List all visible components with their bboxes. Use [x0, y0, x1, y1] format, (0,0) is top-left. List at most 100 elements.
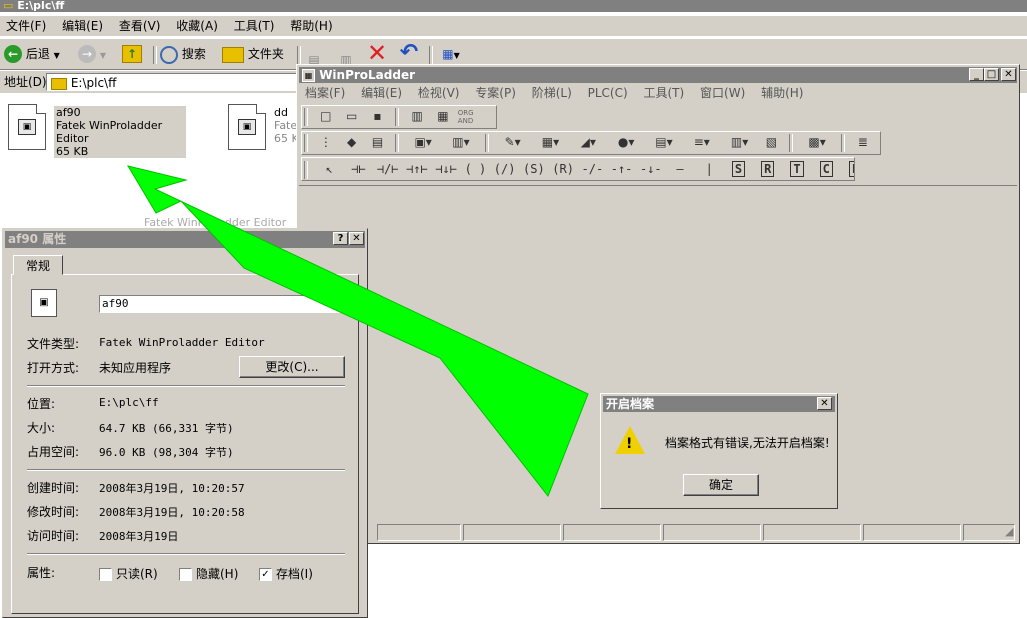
instr-f-icon[interactable]: F: [844, 159, 854, 179]
file-item-af90[interactable]: ▣ af90 Fatek WinProladder Editor 65 KB: [6, 104, 186, 158]
folders-button[interactable]: 文件夹: [222, 43, 284, 65]
menu-view[interactable]: 检视(V): [412, 84, 466, 102]
file-size: 65 K: [274, 132, 296, 145]
ladder-tool-icon[interactable]: ▩▾: [800, 132, 834, 152]
instr-r-label: R: [761, 161, 775, 177]
open-folder-icon[interactable]: ▭: [341, 106, 363, 126]
toolbar-row-1: □ ▭ ▪ ▥ ▦ ORG AND: [301, 105, 497, 129]
file-info: dd Fate 65 K: [274, 106, 296, 145]
back-arrow-icon: ←: [4, 45, 22, 63]
ladder-tool-icon[interactable]: ▦: [878, 132, 880, 152]
ladder-tool-icon[interactable]: ●▾: [609, 132, 643, 152]
coil-inv-icon[interactable]: -/-: [581, 159, 604, 179]
ladder-tool-icon[interactable]: ▥▾: [444, 132, 478, 152]
readonly-checkbox[interactable]: 只读(R): [99, 565, 158, 582]
ladder-tool-icon[interactable]: ≣: [852, 132, 874, 152]
menu-help[interactable]: 帮助(H): [284, 16, 338, 36]
change-button[interactable]: 更改(C)...: [239, 356, 345, 378]
ladder-view-icon[interactable]: ▥: [406, 106, 428, 126]
menu-plc[interactable]: PLC(C): [582, 84, 634, 102]
menu-file[interactable]: 档案(F): [299, 84, 351, 102]
instr-t-icon[interactable]: T: [786, 159, 808, 179]
instr-r-icon[interactable]: R: [757, 159, 779, 179]
contact-down-icon[interactable]: ⊣↓⊢: [435, 159, 457, 179]
ladder-tool-icon[interactable]: ◆: [341, 132, 363, 152]
menu-project[interactable]: 专案(P): [469, 84, 522, 102]
type-value: Fatek WinProladder Editor: [99, 336, 265, 349]
minimize-button[interactable]: _: [969, 68, 984, 81]
horizontal-line-icon[interactable]: —: [669, 159, 691, 179]
folders-icon: [222, 46, 244, 63]
menu-tools[interactable]: 工具(T): [228, 16, 281, 36]
coil-not-icon[interactable]: (/): [494, 159, 516, 179]
search-button[interactable]: 搜索: [160, 43, 206, 65]
ladder-tool-icon[interactable]: ▥▾: [723, 132, 757, 152]
coil-reset-icon[interactable]: (R): [552, 159, 574, 179]
save-icon[interactable]: ▪: [366, 106, 388, 126]
table-view-icon[interactable]: ▦: [432, 106, 454, 126]
resize-grip-icon[interactable]: ◢: [1005, 525, 1013, 538]
pulse-p-icon[interactable]: -↑-: [611, 159, 633, 179]
properties-dialog: af90 属性 ? ✕ 常规 ▣ af90 文件类型: Fatek WinPro…: [2, 228, 368, 618]
ladder-tool-icon[interactable]: ▤: [366, 132, 388, 152]
menu-favorites[interactable]: 收藏(A): [170, 16, 224, 36]
up-folder-icon[interactable]: ↑: [122, 45, 142, 63]
org-and-icon[interactable]: ORG AND: [458, 109, 480, 125]
tab-general[interactable]: 常规: [13, 255, 63, 275]
contact-up-icon[interactable]: ⊣↑⊢: [406, 159, 428, 179]
hidden-checkbox[interactable]: 隐藏(H): [179, 565, 238, 582]
vertical-line-icon[interactable]: |: [698, 159, 720, 179]
menu-view[interactable]: 查看(V): [113, 16, 167, 36]
maximize-button[interactable]: □: [984, 68, 999, 81]
created-label: 创建时间:: [27, 481, 80, 495]
menu-help[interactable]: 辅助(H): [755, 84, 809, 102]
ladder-tool-icon[interactable]: ▧: [760, 132, 782, 152]
pointer-icon[interactable]: ↖: [318, 159, 340, 179]
coil-icon[interactable]: ( ): [464, 159, 487, 179]
accessed-value: 2008年3月19日: [99, 530, 179, 543]
ok-label: 确定: [708, 478, 733, 492]
help-button[interactable]: ?: [333, 232, 348, 245]
filename-input[interactable]: af90: [99, 295, 345, 313]
file-item-dd[interactable]: ▣ dd Fate 65 K: [226, 104, 296, 154]
ladder-tool-icon[interactable]: ▣▾: [406, 132, 440, 152]
undo-icon[interactable]: ↶: [398, 41, 420, 65]
coil-set-icon[interactable]: (S): [523, 159, 545, 179]
menu-ladder[interactable]: 阶梯(L): [526, 84, 578, 102]
explorer-titlebar: ▭ E:\plc\ff: [0, 0, 1027, 12]
close-button[interactable]: ✕: [817, 397, 832, 410]
new-file-icon[interactable]: □: [315, 106, 337, 126]
ok-button[interactable]: 确定: [683, 474, 759, 496]
menu-edit[interactable]: 编辑(E): [355, 84, 408, 102]
close-button[interactable]: ✕: [349, 232, 364, 245]
back-button[interactable]: ← 后退 ▼: [4, 43, 60, 67]
filename-value: af90: [102, 297, 129, 310]
ladder-tool-icon[interactable]: ◢▾: [571, 132, 605, 152]
divider: [27, 553, 345, 555]
copy-to-icon[interactable]: ▥: [336, 45, 356, 67]
contact-nc-icon[interactable]: ⊣/⊢: [377, 159, 399, 179]
move-to-icon[interactable]: ▤: [304, 45, 324, 67]
accessed-label: 访问时间:: [27, 529, 80, 543]
close-button[interactable]: ✕: [1001, 68, 1016, 81]
menu-edit[interactable]: 编辑(E): [56, 16, 109, 36]
forward-button[interactable]: → ▼: [78, 43, 106, 67]
menu-window[interactable]: 窗口(W): [694, 84, 751, 102]
menu-file[interactable]: 文件(F): [0, 16, 52, 36]
views-icon[interactable]: ▦▼: [436, 45, 466, 63]
ladder-tool-icon[interactable]: ▦▾: [533, 132, 567, 152]
ladder-tool-icon[interactable]: ▤▾: [647, 132, 681, 152]
ladder-tool-icon[interactable]: ⋮: [315, 132, 337, 152]
instr-c-icon[interactable]: C: [815, 159, 837, 179]
pulse-n-icon[interactable]: -↓-: [640, 159, 662, 179]
type-label: 文件类型:: [27, 337, 80, 351]
contact-no-icon[interactable]: ⊣⊢: [347, 159, 369, 179]
menu-tools[interactable]: 工具(T): [638, 84, 691, 102]
delete-icon[interactable]: ✕: [366, 41, 388, 65]
instr-s-icon[interactable]: S: [728, 159, 750, 179]
ladder-tool-icon[interactable]: ≡▾: [685, 132, 719, 152]
archive-checkbox[interactable]: ✓ 存档(I): [259, 565, 313, 582]
ladder-tool-icon[interactable]: ✎▾: [496, 132, 530, 152]
app-glyph-icon: ▣: [238, 119, 256, 135]
back-label: 后退: [25, 47, 50, 61]
